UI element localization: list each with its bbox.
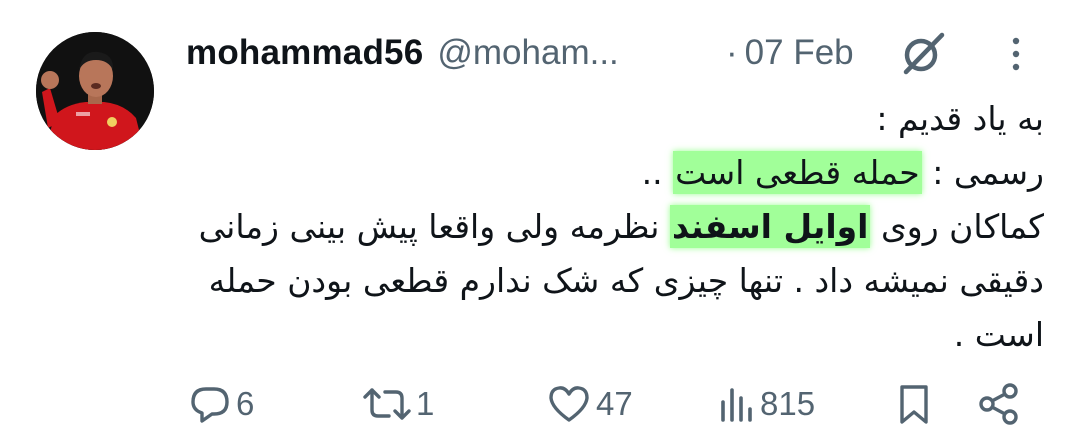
tweet-date[interactable]: · 07 Feb <box>726 33 854 73</box>
share-icon <box>979 383 1018 425</box>
avatar-image <box>36 32 154 150</box>
repost-count: 1 <box>416 385 435 422</box>
avatar[interactable] <box>36 32 154 150</box>
date-separator: · <box>726 33 738 72</box>
tweet-line-2-prefix: رسمی : <box>921 153 1044 192</box>
tweet-line-5: است . <box>953 315 1044 354</box>
views-button[interactable]: 815 <box>716 378 815 430</box>
action-bar: 6 1 47 815 <box>186 378 1036 430</box>
repost-icon <box>363 388 411 420</box>
reply-count: 6 <box>236 385 255 422</box>
reply-icon <box>191 387 229 423</box>
tweet-line-1: به یاد قدیم : <box>876 99 1044 138</box>
tweet-line-3-b: نظرمه ولی واقعا پیش بینی زمانی <box>198 207 670 246</box>
bookmark-icon <box>900 385 928 424</box>
tweet-header: mohammad56 @moham... · 07 Feb <box>186 28 1020 78</box>
share-button[interactable] <box>976 378 1022 430</box>
tweet-line-4: دقیقی نمیشه داد . تنها چیزی که شک ندارم … <box>208 261 1044 300</box>
tweet-line-2-suffix: .. <box>641 153 674 192</box>
bookmark-button[interactable] <box>894 378 934 430</box>
reply-button[interactable]: 6 <box>188 378 254 430</box>
like-icon <box>549 386 589 422</box>
like-count: 47 <box>596 385 633 422</box>
tweet-line-3: کماکان روی اوایل اسفند نظرمه ولی واقعا پ… <box>180 200 1044 254</box>
tweet-text: به یاد قدیم : رسمی : حمله قطعی است .. کم… <box>180 92 1044 362</box>
like-button[interactable]: 47 <box>546 378 633 430</box>
user-handle[interactable]: @moham... <box>437 33 618 73</box>
display-name[interactable]: mohammad56 <box>186 33 423 73</box>
highlighted-bold-text: اوایل اسفند <box>669 205 871 248</box>
grok-icon[interactable] <box>900 30 946 76</box>
views-count: 815 <box>760 385 816 422</box>
views-icon <box>721 388 752 422</box>
tweet-line-2: رسمی : حمله قطعی است .. <box>180 146 1044 200</box>
date-text: 07 Feb <box>744 33 854 72</box>
tweet-card[interactable]: mohammad56 @moham... · 07 Feb به یاد قدی… <box>0 0 1080 445</box>
more-icon[interactable] <box>1001 32 1031 76</box>
highlighted-text: حمله قطعی است <box>673 151 922 194</box>
repost-button[interactable]: 1 <box>362 378 434 430</box>
tweet-line-3-a: کماکان روی <box>870 207 1044 246</box>
